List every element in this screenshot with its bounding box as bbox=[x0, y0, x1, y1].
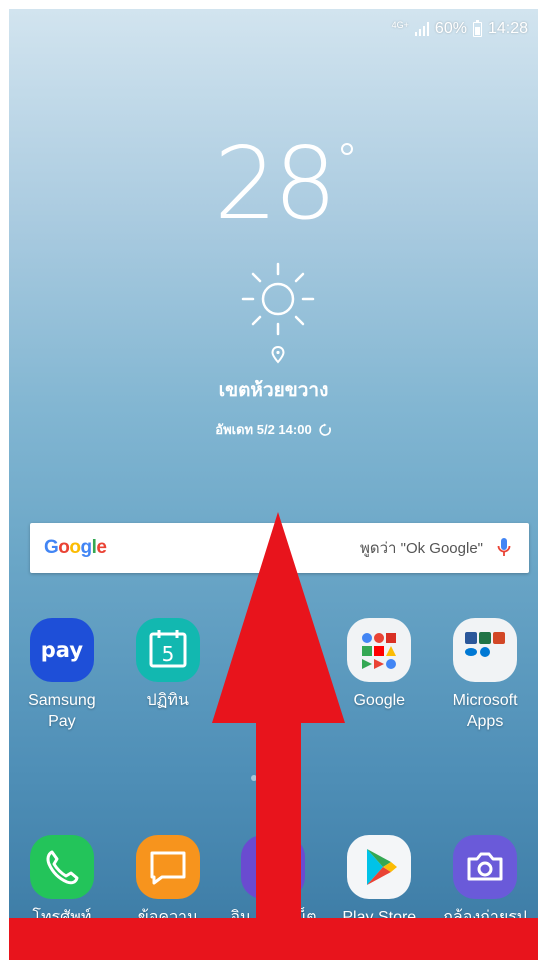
dock: โทรศัพท์ ข้อความ อิน น็ต Play Store กล้อ… bbox=[9, 835, 538, 928]
camera-icon bbox=[453, 835, 518, 899]
phone-icon bbox=[29, 835, 94, 899]
message-icon bbox=[135, 835, 200, 899]
microsoft-folder-icon bbox=[453, 618, 518, 682]
weather-location: เขตห้วยขวาง bbox=[218, 380, 329, 401]
status-bar: 4G+ 60% 14:28 bbox=[392, 9, 528, 49]
app-internet[interactable]: อิน น็ต bbox=[221, 835, 327, 928]
page-indicator bbox=[9, 775, 538, 781]
app-grid-row: pay Samsung Pay 5 ปฏิทิน Google Microsof… bbox=[9, 618, 538, 732]
refresh-icon[interactable] bbox=[318, 423, 332, 437]
network-type: 4G+ bbox=[391, 20, 409, 30]
svg-text:5: 5 bbox=[161, 642, 174, 666]
play-store-icon bbox=[347, 835, 412, 899]
app-label: อิน น็ต bbox=[230, 909, 317, 926]
battery-percent: 60% bbox=[434, 20, 467, 37]
app-messages[interactable]: ข้อความ bbox=[115, 835, 221, 928]
app-play-store[interactable]: Play Store bbox=[326, 835, 432, 928]
internet-icon bbox=[241, 835, 306, 899]
weather-widget[interactable]: 28 เขตห้วยขวาง อัพเดท 5/2 14:00 bbox=[9, 125, 538, 437]
app-label: Google bbox=[353, 692, 406, 709]
location-pin-icon bbox=[271, 346, 285, 364]
temperature: 28 bbox=[213, 125, 337, 242]
search-hint: พูดว่า "Ok Google" bbox=[360, 540, 483, 557]
hidden-app-icon bbox=[241, 618, 306, 682]
clock: 14:28 bbox=[487, 20, 528, 37]
degree-symbol bbox=[341, 143, 353, 155]
app-google-folder[interactable]: Google bbox=[326, 618, 432, 732]
app-label: กล้องถ่ายรูป bbox=[443, 909, 527, 926]
calendar-icon: 5 bbox=[135, 618, 200, 682]
app-label: โทรศัพท์ bbox=[32, 909, 92, 926]
app-label: ข้อความ bbox=[137, 909, 198, 926]
google-folder-icon bbox=[347, 618, 412, 682]
app-label: Samsung Pay bbox=[28, 692, 96, 730]
app-calendar[interactable]: 5 ปฏิทิน bbox=[115, 618, 221, 732]
app-label: Play Store bbox=[342, 909, 417, 926]
app-label: Microsoft Apps bbox=[452, 692, 518, 730]
mic-icon[interactable] bbox=[497, 537, 511, 559]
battery-icon bbox=[472, 19, 482, 37]
signal-icon bbox=[414, 22, 429, 36]
app-hidden[interactable] bbox=[221, 618, 327, 732]
app-phone[interactable]: โทรศัพท์ bbox=[9, 835, 115, 928]
google-search-bar[interactable]: Google พูดว่า "Ok Google" bbox=[30, 523, 529, 573]
app-label: ปฏิทิน bbox=[146, 692, 189, 709]
app-camera[interactable]: กล้องถ่ายรูป bbox=[432, 835, 538, 928]
google-logo: Google bbox=[44, 537, 107, 558]
weather-updated: อัพเดท 5/2 14:00 bbox=[215, 422, 312, 437]
app-samsung-pay[interactable]: pay Samsung Pay bbox=[9, 618, 115, 732]
samsung-pay-icon: pay bbox=[29, 618, 94, 682]
home-screen: 4G+ 60% 14:28 28 เขตห้วยขวาง อัพเดท 5/2 … bbox=[9, 9, 538, 960]
app-microsoft-folder[interactable]: Microsoft Apps bbox=[432, 618, 538, 732]
sun-icon bbox=[241, 262, 315, 336]
